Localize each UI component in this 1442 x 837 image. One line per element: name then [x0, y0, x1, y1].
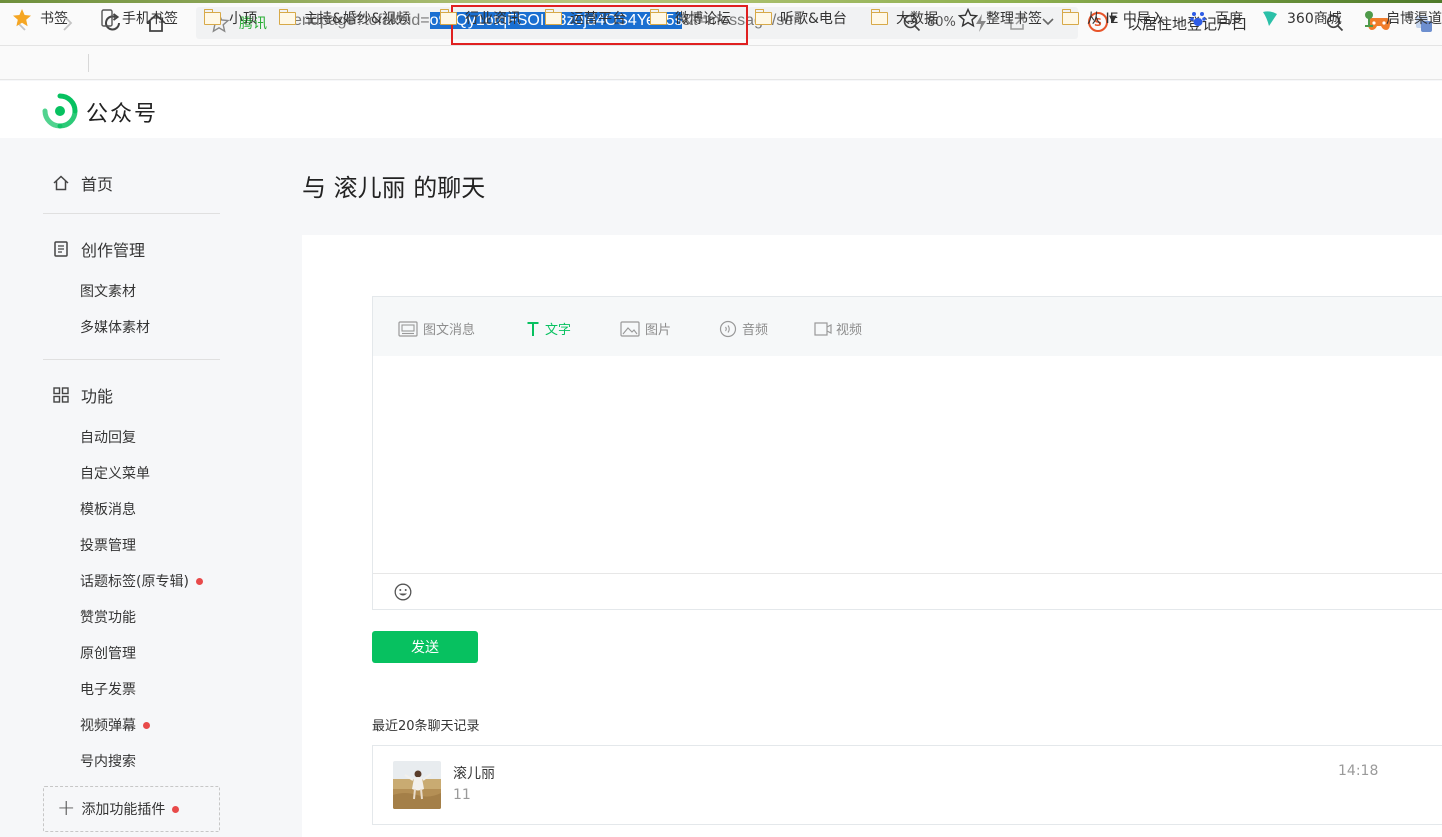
- sidebar-item-topic-tags[interactable]: 话题标签(原专辑): [80, 571, 203, 591]
- bookmark-item[interactable]: 运营平台: [544, 8, 626, 28]
- tab-article[interactable]: 图文消息: [398, 319, 475, 338]
- message-text: 11: [453, 787, 471, 803]
- grid-icon: [53, 387, 69, 403]
- sidebar-divider: [43, 213, 220, 214]
- bookmark-item[interactable]: 360商城: [1261, 8, 1342, 28]
- bookmark-item[interactable]: 行业资讯: [439, 8, 521, 28]
- sidebar-item-custom-menu[interactable]: 自定义菜单: [80, 463, 150, 483]
- bookmark-item[interactable]: 从 IE 中导入: [1061, 8, 1165, 28]
- folder-icon: [1061, 8, 1079, 25]
- new-badge-dot: [143, 721, 150, 729]
- chevron-down-icon[interactable]: [1041, 16, 1055, 28]
- list-item[interactable]: [372, 745, 1442, 825]
- folder-icon: [754, 8, 772, 25]
- sidebar-item-media-material[interactable]: 多媒体素材: [80, 317, 150, 337]
- window-top-strip: [0, 0, 1442, 3]
- bookmark-item[interactable]: 书签: [12, 8, 68, 28]
- star-filled-icon: [13, 9, 31, 27]
- home-icon: [53, 175, 69, 191]
- sidebar-item-auto-reply[interactable]: 自动回复: [80, 427, 136, 447]
- folder-icon: [544, 8, 562, 25]
- qibo-icon: [1365, 11, 1373, 27]
- user-photo-image: [393, 761, 441, 809]
- sidebar-item-original[interactable]: 原创管理: [80, 643, 136, 663]
- folder-icon: [278, 8, 296, 25]
- sidebar-item-create[interactable]: 创作管理: [52, 237, 145, 261]
- bookmark-item[interactable]: 手机书签: [100, 8, 178, 28]
- page-title: 与 滚儿丽 的聊天: [302, 174, 486, 202]
- tab-image[interactable]: 图片: [620, 319, 671, 338]
- history-title: 最近20条聊天记录: [372, 719, 480, 734]
- folder-icon: [649, 8, 667, 25]
- bookmark-item[interactable]: 听歌&电台: [754, 8, 847, 28]
- bookmark-item[interactable]: 启博渠道: [1360, 8, 1442, 28]
- folder-icon: [870, 8, 888, 25]
- folder-icon: [203, 8, 221, 25]
- sidebar-item-e-invoice[interactable]: 电子发票: [80, 679, 136, 699]
- tab-video[interactable]: 视频: [814, 319, 862, 338]
- article-icon: [398, 320, 418, 337]
- sidebar-item-vote[interactable]: 投票管理: [80, 535, 136, 555]
- logo-text[interactable]: 公众号: [86, 96, 158, 128]
- avatar[interactable]: [393, 761, 441, 809]
- sidebar-item-reward[interactable]: 赞赏功能: [80, 607, 136, 627]
- bookmark-item[interactable]: 大数据: [870, 8, 938, 28]
- bookmark-separator: [88, 54, 89, 72]
- sidebar-item-template-message[interactable]: 模板消息: [80, 499, 136, 519]
- sidebar-item-features[interactable]: 功能: [52, 383, 113, 407]
- sidebar-divider: [43, 359, 220, 360]
- bookmark-item[interactable]: 微博论坛: [649, 8, 731, 28]
- image-icon: [620, 320, 640, 337]
- message-sender-name: 滚儿丽: [453, 766, 495, 782]
- audio-icon: [719, 320, 737, 337]
- sidebar-item-news-material[interactable]: 图文素材: [80, 281, 136, 301]
- add-plugin-button[interactable]: + 添加功能插件: [43, 786, 220, 832]
- tab-audio[interactable]: 音频: [719, 319, 768, 338]
- bookmarks-bar: [0, 46, 1442, 80]
- new-badge-dot: [195, 577, 203, 585]
- send-button[interactable]: 发送: [372, 631, 478, 663]
- message-time: 14:18: [1338, 763, 1379, 779]
- wechat-mp-logo-icon[interactable]: [42, 93, 78, 129]
- 360-icon: [1263, 11, 1277, 26]
- folder-icon: [439, 8, 457, 25]
- tab-text[interactable]: 文字: [526, 319, 571, 338]
- bookmark-item[interactable]: 百度: [1189, 8, 1243, 28]
- sidebar-item-home[interactable]: 首页: [52, 171, 113, 195]
- bookmark-item[interactable]: 整理书签: [958, 8, 1042, 28]
- bookmark-item[interactable]: 小顶: [203, 8, 257, 28]
- text-icon: [527, 321, 539, 336]
- new-badge-dot: [172, 805, 180, 813]
- sidebar-item-video-danmaku[interactable]: 视频弹幕: [80, 715, 150, 735]
- page-header: [0, 81, 1442, 138]
- star-outline-icon: [958, 8, 978, 28]
- editor-footer-divider: [373, 573, 1442, 574]
- document-icon: [54, 241, 68, 257]
- phone-icon: [101, 9, 113, 27]
- sidebar-item-in-account-search[interactable]: 号内搜索: [80, 751, 136, 771]
- baidu-icon: [1190, 12, 1206, 26]
- bookmark-item[interactable]: 主持&婚纱&视频: [278, 8, 410, 28]
- video-icon: [814, 321, 832, 336]
- emoji-icon[interactable]: [394, 583, 412, 601]
- plus-icon: +: [57, 796, 76, 821]
